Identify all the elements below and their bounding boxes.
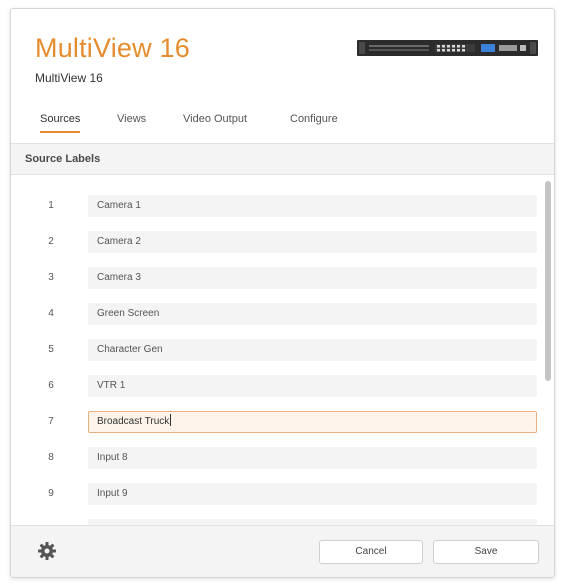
text-caret <box>170 414 172 426</box>
source-number: 4 <box>48 308 54 319</box>
save-button[interactable]: Save <box>433 540 539 564</box>
section-title: Source Labels <box>25 153 101 165</box>
section-header: Source Labels <box>11 143 554 175</box>
list-scrollbar[interactable] <box>545 181 551 381</box>
source-label-input[interactable]: Camera 2 <box>88 231 537 253</box>
tab-configure[interactable]: Configure <box>290 113 338 133</box>
source-row: 3 Camera 3 <box>11 261 546 297</box>
source-row: 5 Character Gen <box>11 333 546 369</box>
source-row: 9 Input 9 <box>11 477 546 513</box>
source-number: 8 <box>48 452 54 463</box>
source-number: 1 <box>48 200 54 211</box>
source-number: 2 <box>48 236 54 247</box>
source-row: 6 VTR 1 <box>11 369 546 405</box>
source-number: 3 <box>48 272 54 283</box>
cancel-button[interactable]: Cancel <box>319 540 423 564</box>
source-label-list[interactable]: 1 Camera 1 2 Camera 2 3 Camera 3 4 Green… <box>11 175 554 527</box>
tab-sources[interactable]: Sources <box>40 113 81 133</box>
source-row: 2 Camera 2 <box>11 225 546 261</box>
source-label-input[interactable]: Input 9 <box>88 483 537 505</box>
device-subtitle: MultiView 16 <box>35 71 103 85</box>
device-title: MultiView 16 <box>35 33 190 63</box>
focused-input-text: Broadcast Truck <box>97 416 170 427</box>
gear-icon[interactable] <box>37 541 57 561</box>
source-row: 7 Broadcast Truck <box>11 405 546 441</box>
source-label-input[interactable]: Green Screen <box>88 303 537 325</box>
source-number: 9 <box>48 488 54 499</box>
tab-video-output[interactable]: Video Output <box>183 113 247 133</box>
source-number: 7 <box>48 416 54 427</box>
header: MultiView 16 MultiView 16 Sources Views … <box>11 9 554 147</box>
source-row: 8 Input 8 <box>11 441 546 477</box>
source-number: 6 <box>48 380 54 391</box>
source-label-input-focused[interactable]: Broadcast Truck <box>88 411 537 433</box>
tab-bar: Sources Views Video Output Configure <box>11 107 554 137</box>
tab-views[interactable]: Views <box>117 113 146 133</box>
source-label-input[interactable]: Character Gen <box>88 339 537 361</box>
source-label-input[interactable]: Camera 3 <box>88 267 537 289</box>
device-front-panel-image <box>357 40 538 56</box>
source-row: 4 Green Screen <box>11 297 546 333</box>
source-label-input[interactable]: Camera 1 <box>88 195 537 217</box>
source-label-input[interactable]: Input 8 <box>88 447 537 469</box>
setup-window: MultiView 16 MultiView 16 Sources Views … <box>10 8 555 578</box>
footer-bar: Cancel Save <box>11 525 554 577</box>
source-row: 1 Camera 1 <box>11 189 546 225</box>
source-label-input[interactable]: VTR 1 <box>88 375 537 397</box>
source-number: 5 <box>48 344 54 355</box>
